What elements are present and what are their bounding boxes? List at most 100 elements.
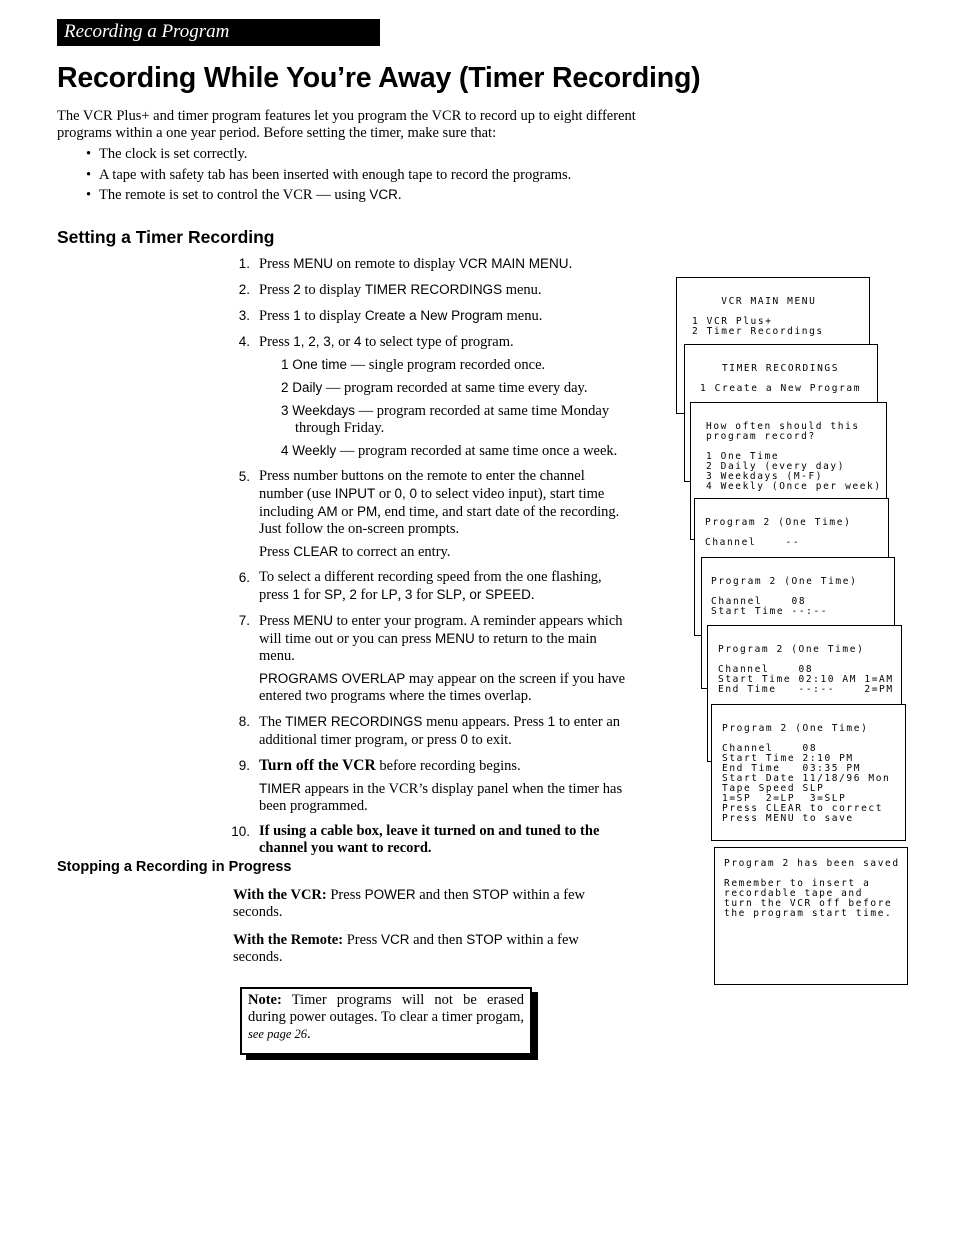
keyword: STOP — [472, 887, 509, 902]
step-text: Press MENU to enter your program. A remi… — [259, 612, 630, 665]
keyword: VCR — [380, 932, 410, 947]
text-segment: Press — [259, 256, 294, 272]
screen-text: How often should this program record? 1 … — [706, 421, 882, 492]
screen-text: Program 2 (One Time) Channel 08 Start Ti… — [711, 576, 858, 617]
text-segment: or — [375, 486, 395, 502]
text-segment: The — [259, 714, 286, 730]
step-text: Turn off the VCR before recording begins… — [259, 757, 521, 774]
step-number: 6. — [238, 570, 250, 585]
section-header-bar: Recording a Program — [57, 19, 380, 46]
manual-page: { "section_header":"Recording a Program"… — [0, 0, 954, 1235]
screen-text: Program 2 (One Time) Channel -- — [705, 517, 852, 548]
step-text: Press 1 to display Create a New Program … — [259, 307, 630, 325]
text-segment: , — [397, 587, 405, 603]
step-note: TIMER appears in the VCR’s display panel… — [259, 780, 630, 815]
steps-list: 1. Press MENU on remote to display VCR MA… — [230, 255, 630, 865]
keyword: PM — [357, 504, 378, 519]
keyword: VCR MAIN MENU — [459, 256, 569, 271]
note-lead: Note: — [248, 992, 282, 1008]
text-segment: Press — [259, 282, 294, 298]
text-segment: Press — [259, 613, 294, 629]
bullet-item: The remote is set to control the VCR — u… — [86, 185, 637, 206]
keyword: MENU — [434, 631, 475, 646]
note-text: Timer programs will not be erased during… — [248, 992, 524, 1025]
step-item: 3. Press 1 to display Create a New Progra… — [230, 307, 630, 325]
text-segment: . — [530, 587, 535, 603]
keyword: SLP — [436, 587, 463, 602]
program-type-option: 2 Daily — program recorded at same time … — [281, 379, 630, 397]
text-segment: to select type of program. — [361, 334, 514, 350]
step-number: 3. — [238, 308, 250, 323]
step-item: 1. Press MENU on remote to display VCR MA… — [230, 255, 630, 273]
keyword: TIMER RECORDINGS — [285, 714, 423, 729]
text-segment: or — [337, 504, 357, 520]
keyword: 0, 0 — [394, 486, 418, 501]
text-segment: menu. — [502, 308, 543, 324]
keyword: LP — [381, 587, 398, 602]
keyword: 1 — [293, 308, 301, 323]
screen-saved: Program 2 has been saved Remember to ins… — [714, 847, 908, 985]
keyword: 2 Daily — [281, 380, 323, 395]
text-segment: . — [397, 187, 402, 203]
step-item: 10. If using a cable box, leave it turned… — [230, 823, 630, 857]
step-text: The TIMER RECORDINGS menu appears. Press… — [259, 713, 630, 749]
bullet-item: A tape with safety tab has been inserted… — [86, 165, 637, 186]
keyword: 2 — [293, 282, 301, 297]
keyword: 4 Weekly — [281, 443, 337, 458]
step-item: 5. Press number buttons on the remote to … — [230, 468, 630, 561]
screen-text: Program 2 has been saved Remember to ins… — [724, 858, 900, 919]
keyword: or SPEED — [469, 587, 531, 602]
keyword: CLEAR — [293, 544, 339, 559]
keyword: 1 — [292, 587, 300, 602]
step-note: Press CLEAR to correct an entry. — [259, 543, 630, 561]
keyword: 3 Weekdays — [281, 403, 356, 418]
step-text: Press 2 to display TIMER RECORDINGS menu… — [259, 281, 630, 299]
text-segment: for — [299, 587, 325, 603]
keyword: Create a New Program — [364, 308, 503, 323]
step-number: 7. — [238, 613, 250, 628]
page-title: Recording While You’re Away (Timer Recor… — [57, 62, 701, 94]
note-end: . — [307, 1026, 311, 1042]
bullet-item: The clock is set correctly. — [86, 144, 637, 165]
step-text: Press MENU on remote to display VCR MAIN… — [259, 255, 630, 273]
step-text: Press 1, 2, 3, or 4 to select type of pr… — [259, 333, 630, 351]
text-segment: appears in the VCR’s display panel when … — [259, 781, 623, 814]
step-number: 2. — [238, 282, 250, 297]
step-text: If using a cable box, leave it turned on… — [259, 823, 630, 857]
note-box: Note: Timer programs will not be erased … — [240, 987, 532, 1055]
intro-text: The VCR Plus+ and timer program features… — [57, 108, 636, 141]
screen-text: Program 2 (One Time) Channel 08 Start Ti… — [718, 644, 894, 695]
text-segment: — program recorded at same time every da… — [322, 380, 588, 396]
step-number: 8. — [238, 714, 250, 729]
text-segment: menu. — [502, 282, 542, 298]
bullet-list: The clock is set correctly. A tape with s… — [86, 144, 637, 206]
screen-text: TIMER RECORDINGS 1 Create a New Program — [700, 363, 862, 394]
program-type-option: 1 One time — single program recorded onc… — [281, 356, 630, 374]
note-reference: see page 26 — [248, 1027, 308, 1041]
step-item: 6. To select a different recording speed … — [230, 569, 630, 604]
keyword: AM — [317, 504, 338, 519]
program-type-option: 3 Weekdays — program recorded at same ti… — [281, 402, 630, 437]
text-segment: If using a cable box, leave it turned on… — [259, 823, 600, 856]
text-segment: . — [568, 256, 573, 272]
step-item: 4. Press 1, 2, 3, or 4 to select type of … — [230, 333, 630, 460]
keyword: PROGRAMS OVERLAP — [259, 671, 406, 686]
step-text: To select a different recording speed fr… — [259, 569, 630, 604]
keyword: 2 — [349, 587, 357, 602]
text-segment: to exit. — [467, 732, 512, 748]
text-segment: menu appears. Press — [422, 714, 548, 730]
text-segment: — program recorded at same time once a w… — [336, 443, 618, 459]
setting-heading: Setting a Timer Recording — [57, 227, 275, 247]
keyword: TIMER RECORDINGS — [364, 282, 503, 297]
text-segment: Press — [259, 308, 294, 324]
keyword: 1, 2, 3, — [293, 334, 335, 349]
text-segment: to display — [300, 308, 365, 324]
keyword: MENU — [293, 613, 333, 628]
step-item: 9. Turn off the VCR before recording begi… — [230, 757, 630, 815]
step-note: PROGRAMS OVERLAP may appear on the scree… — [259, 670, 630, 705]
keyword: SP — [324, 587, 343, 602]
text-segment: Press — [259, 334, 294, 350]
step-item: 7. Press MENU to enter your program. A re… — [230, 612, 630, 705]
text-segment: Press — [343, 932, 381, 948]
step-number: 5. — [238, 469, 250, 484]
